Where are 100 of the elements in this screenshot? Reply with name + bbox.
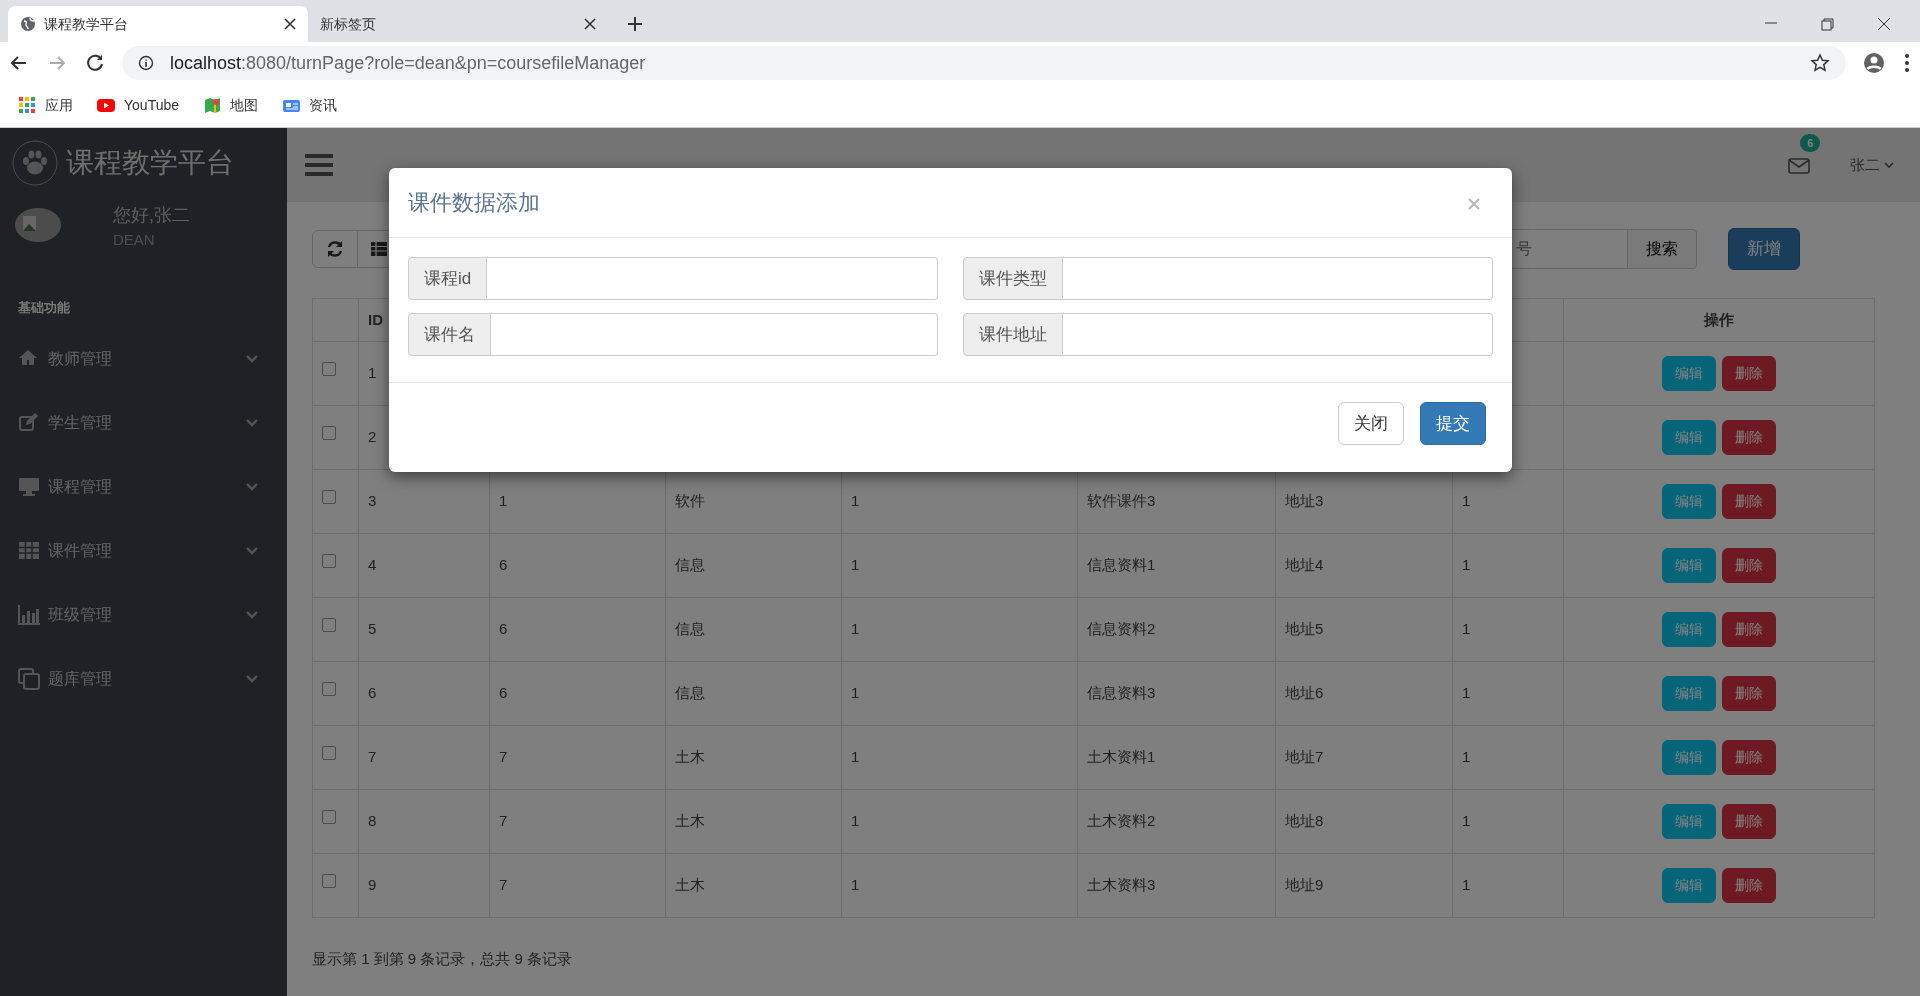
search-button[interactable]: 搜索: [1627, 229, 1697, 269]
field-label: 课件地址: [963, 313, 1063, 356]
menu-item[interactable]: 班级管理: [0, 583, 287, 647]
table-cell: 7: [499, 812, 508, 830]
menu-item[interactable]: 学生管理: [0, 391, 287, 455]
table-icon: [18, 540, 40, 562]
table-cell: 7: [368, 748, 377, 766]
bookmark[interactable]: YouTube: [97, 94, 179, 116]
user-menu[interactable]: 张二: [1850, 153, 1894, 177]
account-icon[interactable]: [1862, 51, 1886, 75]
edit-button[interactable]: 编辑: [1662, 548, 1716, 583]
modal-title: 课件数据添加: [408, 189, 541, 217]
column-header: ID: [368, 310, 383, 328]
table-cell: 1: [1462, 620, 1471, 638]
delete-button[interactable]: 删除: [1722, 356, 1776, 391]
edit-button[interactable]: 编辑: [1662, 804, 1716, 839]
edit-button[interactable]: 编辑: [1662, 676, 1716, 711]
table-cell: 信息资料3: [1087, 684, 1156, 702]
row-checkbox[interactable]: [322, 618, 336, 632]
table-cell: 1: [851, 812, 860, 830]
close-button[interactable]: 关闭: [1338, 402, 1404, 445]
menu-item[interactable]: 课件管理: [0, 519, 287, 583]
table-cell: 土木: [675, 876, 705, 894]
browser-tab[interactable]: 新标签页: [308, 6, 608, 42]
edit-button[interactable]: 编辑: [1662, 740, 1716, 775]
address-bar[interactable]: localhost:8080/turnPage?role=dean&pn=coursefileManager: [122, 46, 1846, 80]
bookmark[interactable]: 资讯: [282, 94, 337, 116]
table-cell: 6: [499, 684, 508, 702]
table-cell: 1: [1462, 556, 1471, 574]
bookmark[interactable]: 应用: [18, 94, 73, 116]
input-field[interactable]: [491, 313, 938, 356]
more-icon[interactable]: [1902, 52, 1912, 74]
column-header: 操作: [1704, 310, 1734, 328]
table-cell: 7: [499, 876, 508, 894]
delete-button[interactable]: 删除: [1722, 868, 1776, 903]
notification-badge: 6: [1800, 133, 1821, 153]
row-checkbox[interactable]: [322, 682, 336, 696]
table-cell: 1: [851, 684, 860, 702]
browser-tab[interactable]: 课程教学平台: [8, 6, 308, 42]
pagination-info: 显示第 1 到第 9 条记录，总共 9 条记录: [312, 949, 574, 969]
table-cell: 4: [368, 556, 377, 574]
row-checkbox[interactable]: [322, 362, 336, 376]
table-cell: 地址7: [1285, 748, 1324, 766]
delete-button[interactable]: 删除: [1722, 804, 1776, 839]
bar-chart-icon: [18, 604, 40, 626]
row-checkbox[interactable]: [322, 490, 336, 504]
edit-button[interactable]: 编辑: [1662, 356, 1716, 391]
bookmark[interactable]: 地图: [203, 94, 258, 116]
table-cell: 6: [499, 556, 508, 574]
table-cell: 5: [368, 620, 377, 638]
input-field[interactable]: [1063, 257, 1493, 300]
reload-icon[interactable]: [84, 52, 106, 74]
table-cell: 1: [499, 492, 508, 510]
table-cell: 地址8: [1285, 812, 1324, 830]
edit-button[interactable]: 编辑: [1662, 612, 1716, 647]
table-cell: 信息: [675, 684, 705, 702]
refresh-icon: [325, 239, 345, 259]
delete-button[interactable]: 删除: [1722, 612, 1776, 647]
table-cell: 信息: [675, 620, 705, 638]
table-cell: 信息资料1: [1087, 556, 1156, 574]
table-cell: 软件: [675, 492, 705, 510]
table-cell: 土木资料3: [1087, 876, 1156, 894]
delete-button[interactable]: 删除: [1722, 740, 1776, 775]
table-cell: 地址3: [1285, 492, 1324, 510]
table-cell: 2: [368, 428, 377, 446]
close-icon[interactable]: [584, 18, 596, 30]
menu-icon[interactable]: [304, 152, 334, 178]
row-checkbox[interactable]: [322, 426, 336, 440]
paw-logo-icon: [12, 140, 58, 186]
input-field[interactable]: [487, 257, 938, 300]
row-checkbox[interactable]: [322, 874, 336, 888]
copy-icon: [18, 668, 40, 690]
table-cell: 土木资料1: [1087, 748, 1156, 766]
delete-button[interactable]: 删除: [1722, 420, 1776, 455]
row-checkbox[interactable]: [322, 554, 336, 568]
menu-item[interactable]: 题库管理: [0, 647, 287, 711]
star-icon[interactable]: [1810, 53, 1830, 73]
submit-button[interactable]: 提交: [1420, 402, 1486, 445]
map-pin-icon: [203, 95, 222, 115]
edit-button[interactable]: 编辑: [1662, 484, 1716, 519]
input-field[interactable]: [1063, 313, 1493, 356]
row-checkbox[interactable]: [322, 746, 336, 760]
table-cell: 地址6: [1285, 684, 1324, 702]
table-cell: 软件课件3: [1087, 492, 1156, 510]
close-icon[interactable]: [284, 18, 296, 30]
add-button[interactable]: 新增: [1728, 228, 1800, 270]
mail-icon[interactable]: [1788, 157, 1810, 174]
table-cell: 1: [1462, 876, 1471, 894]
row-checkbox[interactable]: [322, 810, 336, 824]
menu-item[interactable]: 课程管理: [0, 455, 287, 519]
menu-item[interactable]: 教师管理: [0, 327, 287, 391]
field-label: 课程id: [408, 257, 488, 300]
edit-button[interactable]: 编辑: [1662, 420, 1716, 455]
delete-button[interactable]: 删除: [1722, 676, 1776, 711]
refresh-button[interactable]: [312, 230, 358, 268]
delete-button[interactable]: 删除: [1722, 548, 1776, 583]
table-cell: 1: [1462, 748, 1471, 766]
delete-button[interactable]: 删除: [1722, 484, 1776, 519]
field-label: 课件名: [408, 313, 491, 356]
edit-button[interactable]: 编辑: [1662, 868, 1716, 903]
